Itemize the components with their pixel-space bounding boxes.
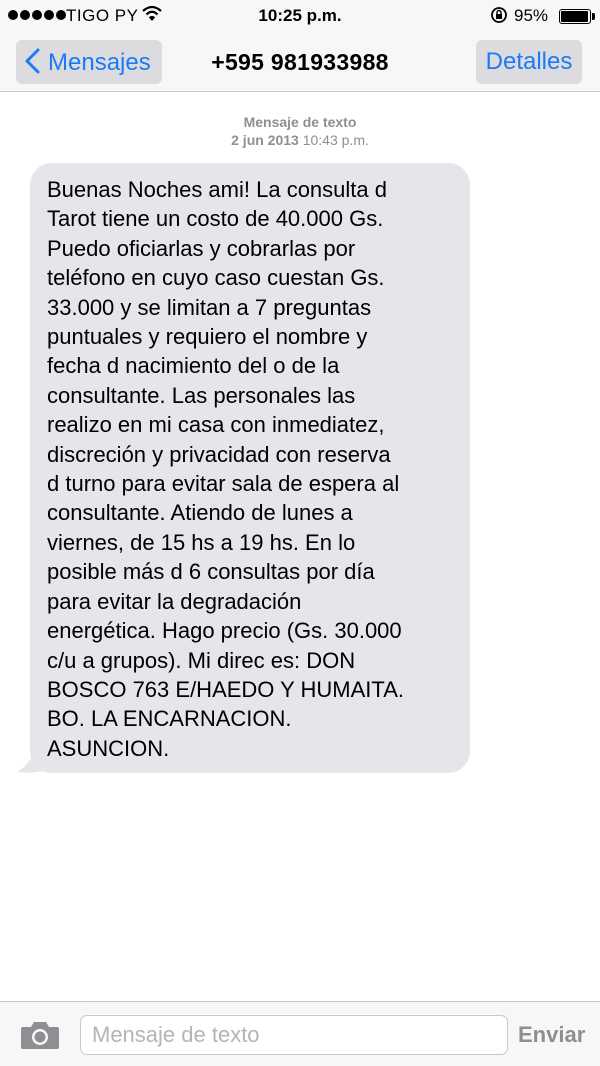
message-date: 2 jun 2013	[231, 132, 299, 148]
message-line: 33.000 y se limitan a 7 preguntas	[47, 294, 372, 320]
message-timestamp: 2 jun 2013 10:43 p.m.	[0, 132, 600, 148]
message-line: energética. Hago precio (Gs. 30.000	[47, 618, 402, 644]
send-button[interactable]: Enviar	[518, 1022, 585, 1048]
message-line: discreción y privacidad con reserva	[47, 441, 391, 467]
message-type-label: Mensaje de texto	[243, 114, 357, 130]
message-line: Buenas Noches ami! La consulta d	[47, 177, 387, 202]
message-line: realizo en mi casa con inmediatez,	[47, 412, 385, 438]
message-input-bar: Enviar	[0, 1001, 600, 1066]
message-line: d turno para evitar sala de espera al	[47, 471, 400, 497]
details-button[interactable]: Detalles	[476, 40, 582, 84]
rotation-lock-icon	[491, 7, 507, 23]
message-line: consultante. Atiendo de lunes a	[47, 500, 353, 526]
message-time: 10:43 p.m.	[302, 132, 369, 148]
message-line: BOSCO 763 E/HAEDO Y HUMAITA.	[47, 676, 404, 702]
message-line: Tarot tiene un costo de 40.000 Gs.	[47, 206, 384, 232]
message-line: Puedo oficiarlas y cobrarlas por	[47, 235, 356, 261]
battery-level-fill	[561, 11, 588, 22]
message-line: ASUNCION.	[47, 735, 170, 761]
message-line: teléfono en cuyo caso cuestan Gs.	[47, 265, 385, 291]
message-line: posible más d 6 consultas por día	[47, 559, 375, 585]
message-line: c/u a grupos). Mi direc es: DON	[47, 647, 356, 673]
status-time: 10:25 p.m.	[258, 6, 342, 25]
battery-icon	[559, 9, 595, 24]
status-bar: TIGO PY 10:25 p.m. 95%	[0, 0, 600, 32]
message-line: consultante. Las personales las	[47, 382, 356, 408]
incoming-message-bubble[interactable]: Buenas Noches ami! La consulta d Tarot ti…	[30, 163, 470, 773]
message-line: puntuales y requiero el nombre y	[47, 324, 368, 350]
message-line: BO. LA ENCARNACION.	[47, 706, 292, 732]
message-text: Buenas Noches ami! La consulta d Tarot ti…	[47, 175, 452, 763]
battery-percent: 95%	[514, 6, 549, 25]
message-line: para evitar la degradación	[47, 588, 302, 614]
message-input[interactable]	[80, 1015, 508, 1055]
message-line: viernes, de 15 hs a 19 hs. En lo	[47, 529, 356, 555]
message-line: fecha d nacimiento del o de la	[47, 353, 340, 379]
nav-bar: Mensajes +595 981933988 Detalles	[0, 32, 600, 92]
camera-icon[interactable]	[20, 1020, 60, 1050]
